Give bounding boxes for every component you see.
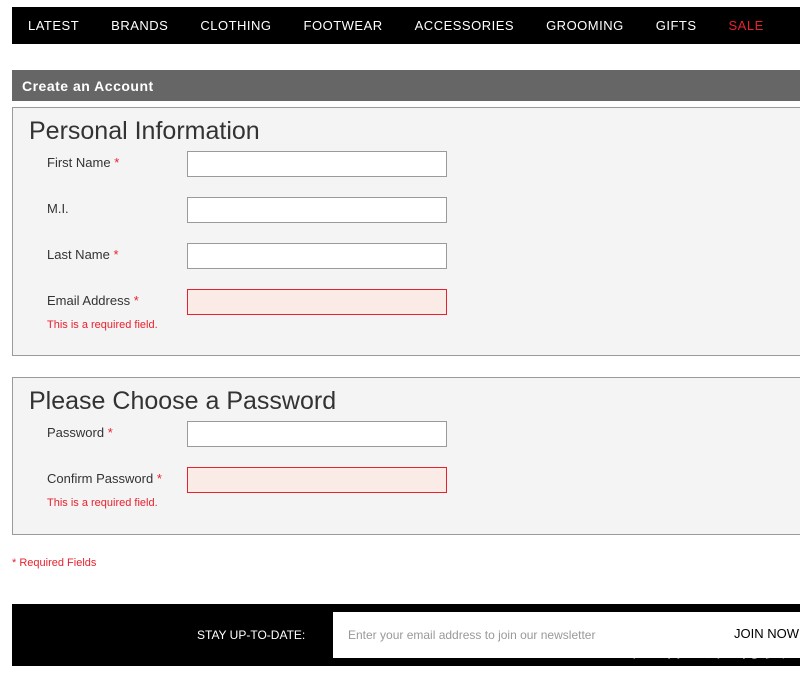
page-title: Create an Account	[12, 70, 800, 101]
newsletter-email-input[interactable]	[333, 612, 800, 658]
section-title: Personal Information	[29, 117, 260, 145]
personal-information-section: Personal Information First Name * M.I. L…	[12, 107, 800, 356]
field-label: M.I.	[47, 201, 69, 216]
nav-footwear[interactable]: FOOTWEAR	[304, 18, 383, 33]
field-label: Last Name	[47, 247, 110, 262]
email-input[interactable]	[187, 289, 447, 315]
nav-sale[interactable]: SALE	[729, 18, 764, 33]
middle-initial-input[interactable]	[187, 197, 447, 223]
join-now-button[interactable]: JOIN NOW	[734, 626, 799, 641]
nav-brands[interactable]: BRANDS	[111, 18, 168, 33]
nav-accessories[interactable]: ACCESSORIES	[415, 18, 514, 33]
newsletter-footer: STAY UP-TO-DATE: JOIN NOW	[12, 604, 800, 666]
required-fields-note: * Required Fields	[12, 557, 97, 569]
main-nav: LATEST BRANDS CLOTHING FOOTWEAR ACCESSOR…	[12, 7, 800, 44]
field-label: Password	[47, 425, 105, 440]
field-label: Email Address	[47, 293, 131, 308]
confirm-password-input[interactable]	[187, 467, 447, 493]
nav-gifts[interactable]: GIFTS	[656, 18, 697, 33]
field-label: First Name	[47, 155, 111, 170]
first-name-input[interactable]	[187, 151, 447, 177]
error-message: This is a required field.	[47, 319, 158, 331]
required-asterisk: *	[107, 425, 113, 440]
section-title: Please Choose a Password	[29, 387, 337, 415]
error-message: This is a required field.	[47, 497, 158, 509]
required-asterisk: *	[114, 155, 120, 170]
last-name-input[interactable]	[187, 243, 447, 269]
password-input[interactable]	[187, 421, 447, 447]
required-asterisk: *	[133, 293, 139, 308]
nav-grooming[interactable]: GROOMING	[546, 18, 624, 33]
required-asterisk: *	[113, 247, 119, 262]
required-asterisk: *	[156, 471, 162, 486]
nav-clothing[interactable]: CLOTHING	[200, 18, 271, 33]
field-label: Confirm Password	[47, 471, 154, 486]
stay-up-to-date-label: STAY UP-TO-DATE:	[197, 628, 306, 642]
nav-latest[interactable]: LATEST	[28, 18, 79, 33]
password-section: Please Choose a Password Password * Conf…	[12, 377, 800, 535]
